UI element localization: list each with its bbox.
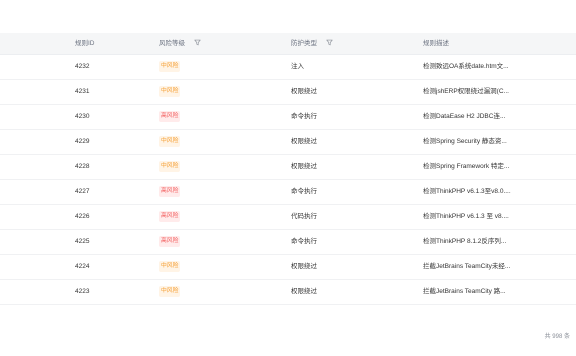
protection-type-cell: 命令执行 [291,238,317,245]
risk-badge: 中风险 [159,286,181,297]
risk-level-cell: 高风险 [159,105,181,129]
pagination-total: 共 998 条 [544,334,570,340]
rule-description-cell: 检测ThinkPHP v6.1.3 至 v8.... [423,213,509,220]
table-row[interactable]: 4225 高风险 命令执行 检测ThinkPHP 8.1.2反序列... [0,230,576,255]
risk-level-cell: 中风险 [159,80,181,104]
header-protection-type: 防护类型 [291,33,333,54]
rule-id-cell: 4228 [75,163,90,170]
table-row[interactable]: 4223 中风险 权限绕过 拦截JetBrains TeamCity 路... [0,280,576,305]
table-row[interactable]: 4227 高风险 命令执行 检测ThinkPHP v6.1.3至v8.0.... [0,180,576,205]
protection-type-cell: 注入 [291,63,304,70]
rule-description-cell: 检测Spring Framework 特定... [423,163,510,170]
risk-badge: 高风险 [159,236,181,247]
rule-id-cell: 4227 [75,188,90,195]
risk-badge: 中风险 [159,261,181,272]
table-row[interactable]: 4228 中风险 权限绕过 检测Spring Framework 特定... [0,155,576,180]
table-body: 4232 中风险 注入 检测致远OA系统date.htm文... 4231 中风险 权限绕过… [0,55,576,305]
protection-type-cell: 权限绕过 [291,288,317,295]
rule-id-cell: 4232 [75,63,90,70]
filter-icon[interactable] [194,39,201,46]
protection-type-cell: 命令执行 [291,113,317,120]
protection-type-cell: 权限绕过 [291,163,317,170]
table-row[interactable]: 4232 中风险 注入 检测致远OA系统date.htm文... [0,55,576,80]
table-row[interactable]: 4226 高风险 代码执行 检测ThinkPHP v6.1.3 至 v8.... [0,205,576,230]
protection-type-cell: 代码执行 [291,213,317,220]
risk-level-cell: 高风险 [159,205,181,229]
rule-id-cell: 4225 [75,238,90,245]
rule-description-cell: 检测Spring Security 静态资... [423,138,507,145]
rule-description-cell: 检测jshERP权限绕过漏洞(C... [423,88,509,95]
header-risk-level: 风险等级 [159,33,201,54]
rules-table: 规则ID 风险等级 防护类型 规则描述 4232 中风险 注入 检测致远OA系统dat… [0,33,576,305]
table-row[interactable]: 4224 中风险 权限绕过 拦截JetBrains TeamCity未经... [0,255,576,280]
rule-id-cell: 4226 [75,213,90,220]
risk-level-cell: 中风险 [159,255,181,279]
rule-id-cell: 4224 [75,263,90,270]
table-row[interactable]: 4230 高风险 命令执行 检测DataEase H2 JDBC连... [0,105,576,130]
header-protection-type-label: 防护类型 [291,40,317,47]
risk-level-cell: 中风险 [159,55,181,79]
rule-id-cell: 4229 [75,138,90,145]
risk-badge: 高风险 [159,186,181,197]
risk-badge: 高风险 [159,111,181,122]
risk-level-cell: 中风险 [159,130,181,154]
risk-badge: 中风险 [159,86,181,97]
risk-badge: 中风险 [159,136,181,147]
rule-id-cell: 4231 [75,88,90,95]
rule-description-cell: 检测ThinkPHP 8.1.2反序列... [423,238,507,245]
header-rule-id[interactable]: 规则ID [75,33,95,54]
risk-badge: 高风险 [159,211,181,222]
protection-type-cell: 权限绕过 [291,263,317,270]
table-row[interactable]: 4231 中风险 权限绕过 检测jshERP权限绕过漏洞(C... [0,80,576,105]
rule-id-cell: 4230 [75,113,90,120]
risk-level-cell: 高风险 [159,230,181,254]
filter-icon[interactable] [326,39,333,46]
rule-description-cell: 检测DataEase H2 JDBC连... [423,113,506,120]
protection-type-cell: 权限绕过 [291,88,317,95]
risk-level-cell: 中风险 [159,280,181,304]
rule-description-cell: 拦截JetBrains TeamCity未经... [423,263,511,270]
table-row[interactable]: 4229 中风险 权限绕过 检测Spring Security 静态资... [0,130,576,155]
rule-description-cell: 拦截JetBrains TeamCity 路... [423,288,506,295]
protection-type-cell: 命令执行 [291,188,317,195]
rule-description-cell: 检测ThinkPHP v6.1.3至v8.0.... [423,188,511,195]
risk-level-cell: 高风险 [159,180,181,204]
risk-badge: 中风险 [159,161,181,172]
protection-type-cell: 权限绕过 [291,138,317,145]
rule-description-cell: 检测致远OA系统date.htm文... [423,63,509,70]
risk-level-cell: 中风险 [159,155,181,179]
header-risk-level-label: 风险等级 [159,40,185,47]
risk-badge: 中风险 [159,61,181,72]
table-header: 规则ID 风险等级 防护类型 规则描述 [0,33,576,55]
rule-id-cell: 4223 [75,288,90,295]
header-rule-description: 规则描述 [423,40,449,47]
